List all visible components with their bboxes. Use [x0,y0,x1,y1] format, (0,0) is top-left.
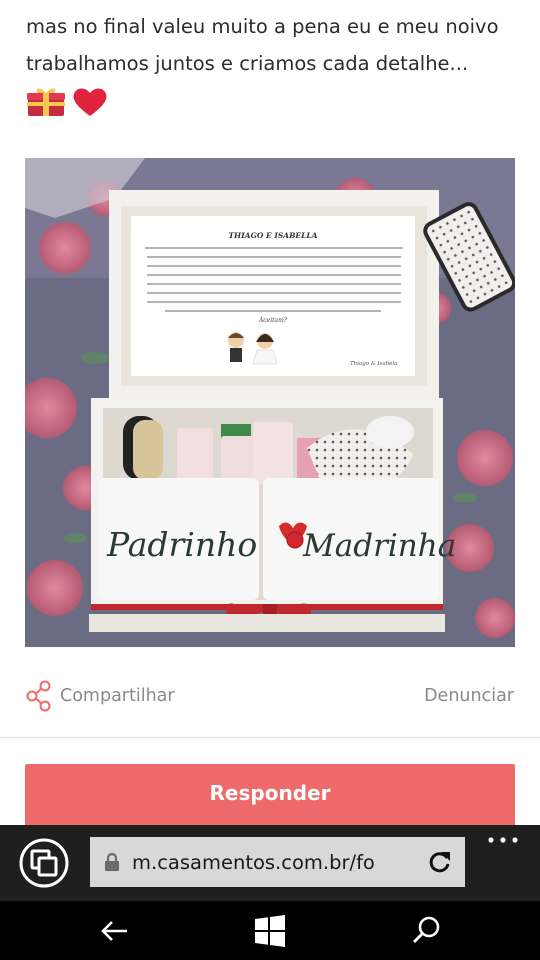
search-icon[interactable] [408,913,444,949]
towel-right-text: Madrinha [302,528,456,564]
card-closing: Aceitam? [258,317,288,324]
url-field[interactable]: m.casamentos.com.br/fo [90,837,465,887]
gift-box-photo: THIAGO E ISABELLA Aceitam? Thiago & Isab… [25,158,515,647]
heart-icon [73,88,107,116]
back-arrow-icon[interactable] [97,913,133,949]
card-title: THIAGO E ISABELLA [228,231,317,240]
report-link[interactable]: Denunciar [424,686,514,706]
url-text: m.casamentos.com.br/fo [132,850,375,874]
tabs-icon [19,838,69,888]
share-icon [26,680,51,712]
lock-icon [105,852,119,871]
share-label: Compartilhar [60,686,175,706]
post-actions: Compartilhar Denunciar [26,676,514,716]
towel-left-text: Padrinho [106,525,257,564]
gift-icon [27,88,65,116]
post-text: mas no final valeu muito a pena eu e meu… [26,15,499,75]
reload-icon[interactable] [427,849,453,875]
more-options-icon[interactable] [486,835,520,851]
divider [0,737,540,738]
tabs-button[interactable] [18,837,70,889]
browser-address-bar: m.casamentos.com.br/fo [0,825,540,901]
reply-button[interactable]: Responder [25,764,515,830]
emoji-row [26,86,108,118]
windows-start-icon[interactable] [252,913,288,949]
post-photo[interactable]: THIAGO E ISABELLA Aceitam? Thiago & Isab… [25,158,515,647]
share-button[interactable]: Compartilhar [26,680,175,712]
card-signature: Thiago & Isabela [350,361,398,367]
system-nav-bar [0,901,540,960]
